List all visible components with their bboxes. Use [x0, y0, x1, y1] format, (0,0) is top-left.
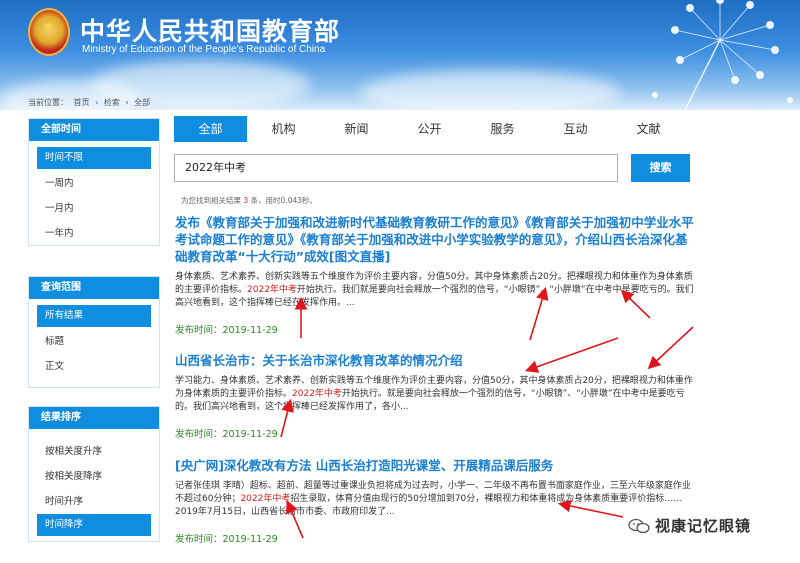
tab-public[interactable]: 公开: [393, 116, 466, 142]
result-snippet: 身体素质、艺术素养、创新实践等五个维度作为评价主要内容，分值50分。其中身体素质…: [175, 271, 695, 310]
snippet-highlight: 2022年中考: [292, 389, 342, 399]
breadcrumb: 当前位置： 首页 › 检索 › 全部: [28, 97, 153, 108]
breadcrumb-separator: ›: [95, 98, 99, 107]
site-subtitle: Ministry of Education of the People's Re…: [82, 44, 326, 55]
result-title-link[interactable]: 山西省长治市：关于长治市深化教育改革的情况介绍: [175, 352, 695, 369]
watermark: 视康记忆眼镜: [628, 515, 751, 536]
breadcrumb-separator: ›: [125, 98, 129, 107]
sidebar-scope-filter: 查询范围 所有结果 标题 正文: [28, 276, 160, 388]
sidebar-item-scope-body[interactable]: 正文: [37, 354, 151, 379]
category-tabs: 全部 机构 新闻 公开 服务 互动 文献: [174, 116, 685, 142]
search-result: 发布《教育部关于加强和改进新时代基础教育教研工作的意见》《教育部关于加强初中学业…: [175, 214, 695, 336]
result-date: 发布时间：2019-11-29: [175, 534, 278, 545]
sidebar-item-time-month[interactable]: 一月内: [37, 196, 151, 221]
sidebar-item-sort-time-desc[interactable]: 时间降序: [37, 514, 151, 536]
result-snippet: 记者张佳琪 李晴）超标、超前、超量等过重课业负担将成为过去时，小学一、二年级不再…: [175, 480, 695, 519]
tab-news[interactable]: 新闻: [320, 116, 393, 142]
result-count-prefix: 为您找到相关结果: [181, 196, 241, 205]
result-count-suffix: 条，用时0.043秒。: [250, 196, 318, 205]
result-snippet: 学习能力、身体素质、艺术素养、创新实践等五个维度作为评价主要内容，分值50分，其…: [175, 375, 695, 414]
result-title-link[interactable]: [央广网]深化教改有方法 山西长治打造阳光课堂、开展精品课后服务: [175, 457, 695, 474]
sidebar-item-sort-time-asc[interactable]: 时间升序: [37, 489, 151, 514]
snippet-highlight: 2022年中考: [240, 494, 291, 504]
result-date: 发布时间：2019-11-29: [175, 325, 278, 336]
tab-institutions[interactable]: 机构: [247, 116, 320, 142]
result-count-number: 3: [243, 196, 249, 205]
sidebar-item-sort-relevance-asc[interactable]: 按相关度升序: [37, 439, 151, 464]
tab-documents[interactable]: 文献: [612, 116, 685, 142]
sidebar-item-time-year[interactable]: 一年内: [37, 221, 151, 246]
sidebar-sort-filter: 结果排序 按相关度升序 按相关度降序 时间升序 时间降序: [28, 406, 160, 542]
result-count-info: 为您找到相关结果 3 条，用时0.043秒。: [181, 195, 317, 206]
result-date: 发布时间：2019-11-29: [175, 429, 278, 440]
watermark-text: 视康记忆眼镜: [655, 517, 752, 535]
search-button[interactable]: 搜索: [631, 154, 690, 182]
search-result: 山西省长治市：关于长治市深化教育改革的情况介绍 学习能力、身体素质、艺术素养、创…: [175, 352, 695, 440]
search-result: [央广网]深化教改有方法 山西长治打造阳光课堂、开展精品课后服务 记者张佳琪 李…: [175, 457, 695, 545]
wechat-icon: [628, 518, 650, 533]
breadcrumb-label: 当前位置：: [28, 98, 68, 107]
sidebar-item-sort-relevance-desc[interactable]: 按相关度降序: [37, 464, 151, 489]
sidebar-item-time-week[interactable]: 一周内: [37, 171, 151, 196]
tab-services[interactable]: 服务: [466, 116, 539, 142]
result-title-link[interactable]: 发布《教育部关于加强和改进新时代基础教育教研工作的意见》《教育部关于加强初中学业…: [175, 214, 695, 265]
breadcrumb-link-home[interactable]: 首页: [74, 98, 90, 107]
sidebar-time-heading: 全部时间: [29, 119, 159, 141]
snippet-highlight: 2022年中考: [247, 285, 297, 295]
search-input[interactable]: 2022年中考: [174, 154, 618, 182]
sidebar-scope-heading: 查询范围: [29, 277, 159, 299]
sidebar-item-scope-all[interactable]: 所有结果: [37, 305, 151, 327]
sidebar-sort-heading: 结果排序: [29, 407, 159, 429]
breadcrumb-link-search[interactable]: 检索: [104, 98, 120, 107]
sidebar-item-time-any[interactable]: 时间不限: [37, 147, 151, 169]
tab-all[interactable]: 全部: [174, 116, 247, 142]
tab-interaction[interactable]: 互动: [539, 116, 612, 142]
sidebar-time-filter: 全部时间 时间不限 一周内 一月内 一年内: [28, 118, 160, 246]
sidebar-item-scope-title[interactable]: 标题: [37, 329, 151, 354]
national-emblem-icon: ★: [28, 8, 70, 56]
cloud-decoration: [360, 70, 620, 110]
site-title: 中华人民共和国教育部: [80, 17, 341, 46]
breadcrumb-current: 全部: [134, 98, 151, 107]
